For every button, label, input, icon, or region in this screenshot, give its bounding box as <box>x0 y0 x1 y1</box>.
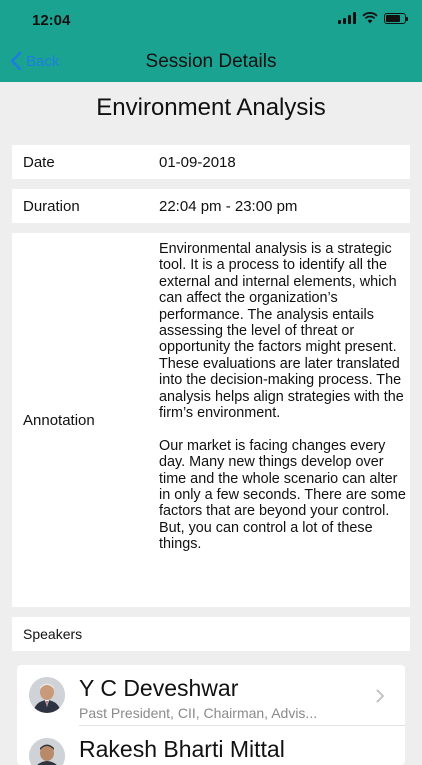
annotation-paragraph: Environmental analysis is a strategic to… <box>159 241 404 422</box>
avatar <box>29 738 65 765</box>
chevron-right-icon <box>376 689 384 703</box>
date-label: Date <box>23 154 55 171</box>
cellular-signal-icon <box>338 12 356 24</box>
status-time: 12:04 <box>32 12 71 29</box>
duration-label: Duration <box>23 198 80 215</box>
navigation-bar: Back Session Details <box>0 40 422 82</box>
speaker-name: Y C Deveshwar <box>79 675 239 701</box>
person-photo-icon <box>29 738 65 765</box>
duration-row: Duration 22:04 pm - 23:00 pm <box>12 189 410 223</box>
date-row: Date 01-09-2018 <box>12 145 410 179</box>
status-bar: 12:04 <box>0 0 422 40</box>
speakers-header: Speakers <box>12 617 410 651</box>
person-photo-icon <box>29 677 65 713</box>
annotation-row: Annotation Environmental analysis is a s… <box>12 233 410 607</box>
battery-icon <box>384 12 408 24</box>
avatar <box>29 677 65 713</box>
annotation-label: Annotation <box>23 412 95 429</box>
duration-value: 22:04 pm - 23:00 pm <box>159 198 298 215</box>
nav-title: Session Details <box>145 51 277 72</box>
speaker-list-item[interactable]: Rakesh Bharti Mittal <box>17 726 405 765</box>
speaker-list: Y C Deveshwar Past President, CII, Chair… <box>17 665 405 765</box>
speakers-label: Speakers <box>23 626 83 642</box>
status-icons <box>338 12 408 24</box>
date-value: 01-09-2018 <box>159 154 236 171</box>
annotation-paragraph: Our market is facing changes every day. … <box>159 437 406 553</box>
wifi-icon <box>362 12 378 24</box>
annotation-text: Environmental analysis is a strategic to… <box>159 241 406 553</box>
session-title: Environment Analysis <box>96 94 326 121</box>
speaker-list-item[interactable]: Y C Deveshwar Past President, CII, Chair… <box>17 665 405 726</box>
speaker-subtitle: Past President, CII, Chairman, Advis... <box>79 705 318 721</box>
